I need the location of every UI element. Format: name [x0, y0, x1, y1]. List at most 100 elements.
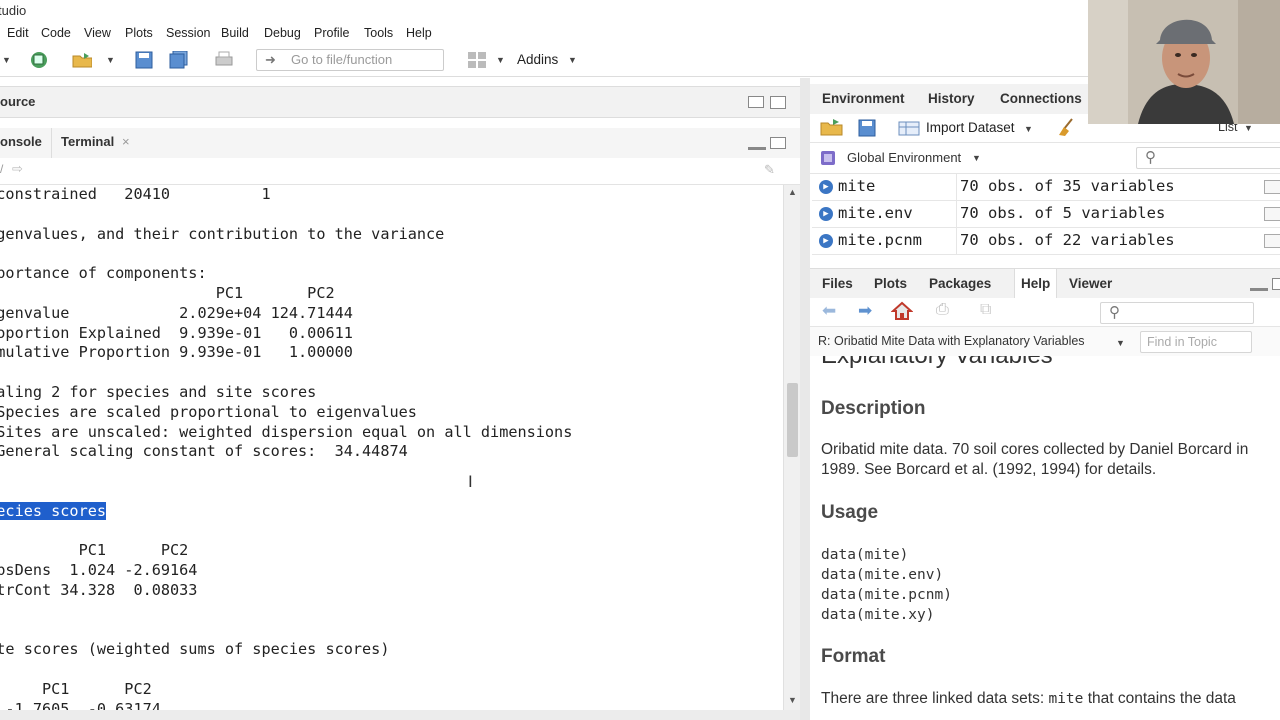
- minimize-pane-icon[interactable]: [748, 147, 766, 150]
- save-all-icon[interactable]: [169, 50, 189, 70]
- object-name: mite.env: [838, 204, 913, 222]
- clear-console-icon[interactable]: ✎: [764, 162, 775, 178]
- console-line: Unconstrained 20410 1: [0, 185, 271, 203]
- chevron-down-icon[interactable]: ▼: [2, 55, 11, 65]
- close-icon[interactable]: ×: [122, 134, 130, 149]
- tab-files[interactable]: Files: [822, 276, 853, 291]
- environment-row-mite-env[interactable]: ▶ mite.env 70 obs. of 5 variables: [812, 201, 1280, 228]
- menu-view[interactable]: View: [84, 26, 111, 40]
- menu-help[interactable]: Help: [406, 26, 432, 40]
- chevron-down-icon[interactable]: ▼: [1024, 124, 1033, 134]
- tab-history[interactable]: History: [928, 91, 975, 106]
- minimize-pane-icon[interactable]: [1250, 288, 1268, 291]
- usage-line: data(mite.xy): [821, 607, 935, 623]
- go-to-directory-icon[interactable]: ⇨: [12, 161, 23, 177]
- console-line: Scaling 2 for species and site scores: [0, 382, 317, 401]
- usage-line: data(mite.env): [821, 567, 944, 583]
- view-data-icon[interactable]: [1264, 234, 1280, 248]
- environment-scope-dropdown[interactable]: Global Environment: [847, 150, 961, 165]
- find-placeholder: Find in Topic: [1147, 335, 1217, 349]
- popout-icon[interactable]: ⧉: [980, 301, 991, 319]
- tab-console[interactable]: onsole: [0, 134, 42, 149]
- menu-edit[interactable]: Edit: [7, 26, 29, 40]
- environment-search-input[interactable]: ⚲: [1136, 147, 1280, 169]
- description-text: Oribatid mite data. 70 soil cores collec…: [821, 441, 1249, 478]
- maximize-pane-icon[interactable]: [770, 96, 786, 109]
- chevron-down-icon[interactable]: ▼: [1116, 338, 1125, 348]
- help-search-input[interactable]: ⚲: [1100, 302, 1254, 324]
- search-icon: ⚲: [1109, 304, 1120, 321]
- save-icon[interactable]: [858, 119, 876, 142]
- chevron-down-icon[interactable]: ▼: [106, 55, 115, 65]
- back-arrow-icon[interactable]: ⬅: [822, 301, 836, 321]
- save-icon[interactable]: [134, 50, 154, 70]
- menu-plots[interactable]: Plots: [125, 26, 153, 40]
- chevron-down-icon[interactable]: ▼: [568, 55, 577, 65]
- tab-help[interactable]: Help: [1014, 269, 1058, 299]
- pane-layout-icon[interactable]: [467, 50, 487, 70]
- new-project-icon[interactable]: [28, 50, 48, 70]
- text-cursor-icon: I: [468, 472, 473, 491]
- expand-icon[interactable]: ▶: [819, 180, 833, 194]
- restore-pane-icon[interactable]: [770, 137, 786, 149]
- tab-terminal[interactable]: Terminal: [61, 134, 114, 149]
- import-dataset-button[interactable]: Import Dataset: [926, 120, 1015, 135]
- help-topic-dropdown[interactable]: R: Oribatid Mite Data with Explanatory V…: [818, 334, 1085, 348]
- object-value: 70 obs. of 35 variables: [960, 177, 1175, 195]
- menu-debug[interactable]: Debug: [264, 26, 301, 40]
- menu-tools[interactable]: Tools: [364, 26, 393, 40]
- view-data-icon[interactable]: [1264, 180, 1280, 194]
- tab-plots[interactable]: Plots: [874, 276, 907, 291]
- import-dataset-icon[interactable]: [898, 119, 920, 142]
- expand-icon[interactable]: ▶: [819, 207, 833, 221]
- menu-profile[interactable]: Profile: [314, 26, 349, 40]
- console-line: Importance of components:: [0, 264, 207, 283]
- menu-bar: Edit Code View Plots Session Build Debug…: [0, 22, 1090, 44]
- home-icon[interactable]: [890, 301, 914, 326]
- expand-icon[interactable]: ▶: [819, 234, 833, 248]
- chevron-up-icon[interactable]: ▲: [788, 187, 797, 197]
- goto-file-input[interactable]: ➜ Go to file/function: [256, 49, 444, 71]
- help-pane-tabs: Files Plots Packages Help Viewer: [810, 268, 1280, 300]
- console-line: Site scores (weighted sums of species sc…: [0, 640, 390, 659]
- print-icon[interactable]: [214, 50, 234, 70]
- restore-pane-icon[interactable]: [748, 96, 764, 108]
- broom-icon[interactable]: [1056, 117, 1076, 142]
- pane-splitter[interactable]: [800, 78, 810, 720]
- usage-heading: Usage: [821, 502, 879, 523]
- tab-environment[interactable]: Environment: [822, 91, 905, 106]
- tab-viewer[interactable]: Viewer: [1069, 276, 1112, 291]
- chevron-down-icon[interactable]: ▼: [788, 695, 797, 705]
- tab-packages[interactable]: Packages: [929, 276, 991, 291]
- environment-row-mite-pcnm[interactable]: ▶ mite.pcnm 70 obs. of 22 variables: [812, 228, 1280, 255]
- print-icon[interactable]: ⎙: [936, 301, 949, 319]
- open-folder-icon[interactable]: [72, 50, 92, 70]
- scrollbar-thumb[interactable]: [787, 383, 798, 457]
- chevron-down-icon[interactable]: ▼: [972, 153, 981, 163]
- view-data-icon[interactable]: [1264, 207, 1280, 221]
- help-toolbar: ⬅ ➡ ⎙ ⧉ ⚲: [810, 298, 1280, 327]
- chevron-down-icon[interactable]: ▼: [496, 55, 505, 65]
- console-output[interactable]: Unconstrained 20410 1 Eigenvalues, and t…: [0, 185, 782, 720]
- console-line: Cumulative Proportion 9.939e-01 1.00000: [0, 343, 353, 362]
- addins-menu[interactable]: Addins: [517, 52, 558, 67]
- console-pane-header: onsole Terminal ×: [0, 128, 800, 159]
- chevron-down-icon[interactable]: ▼: [1244, 123, 1253, 133]
- console-line: Eigenvalue 2.029e+04 124.71444: [0, 303, 353, 322]
- forward-arrow-icon[interactable]: ➡: [858, 301, 872, 321]
- console-line: PC1 PC2: [42, 679, 152, 698]
- menu-session[interactable]: Session: [166, 26, 210, 40]
- load-workspace-icon[interactable]: [820, 118, 844, 141]
- menu-code[interactable]: Code: [41, 26, 71, 40]
- window-title: tudio: [0, 3, 27, 18]
- status-strip: [0, 710, 800, 720]
- console-line: Eigenvalues, and their contribution to t…: [0, 224, 445, 243]
- find-in-topic-input[interactable]: Find in Topic: [1140, 331, 1252, 353]
- object-value: 70 obs. of 5 variables: [960, 204, 1166, 222]
- menu-build[interactable]: Build: [221, 26, 249, 40]
- maximize-pane-icon[interactable]: [1272, 278, 1280, 290]
- goto-placeholder: Go to file/function: [291, 52, 393, 67]
- environment-row-mite[interactable]: ▶ mite 70 obs. of 35 variables: [812, 174, 1280, 201]
- tab-connections[interactable]: Connections: [1000, 91, 1082, 106]
- console-scrollbar[interactable]: ▲ ▼: [783, 185, 801, 710]
